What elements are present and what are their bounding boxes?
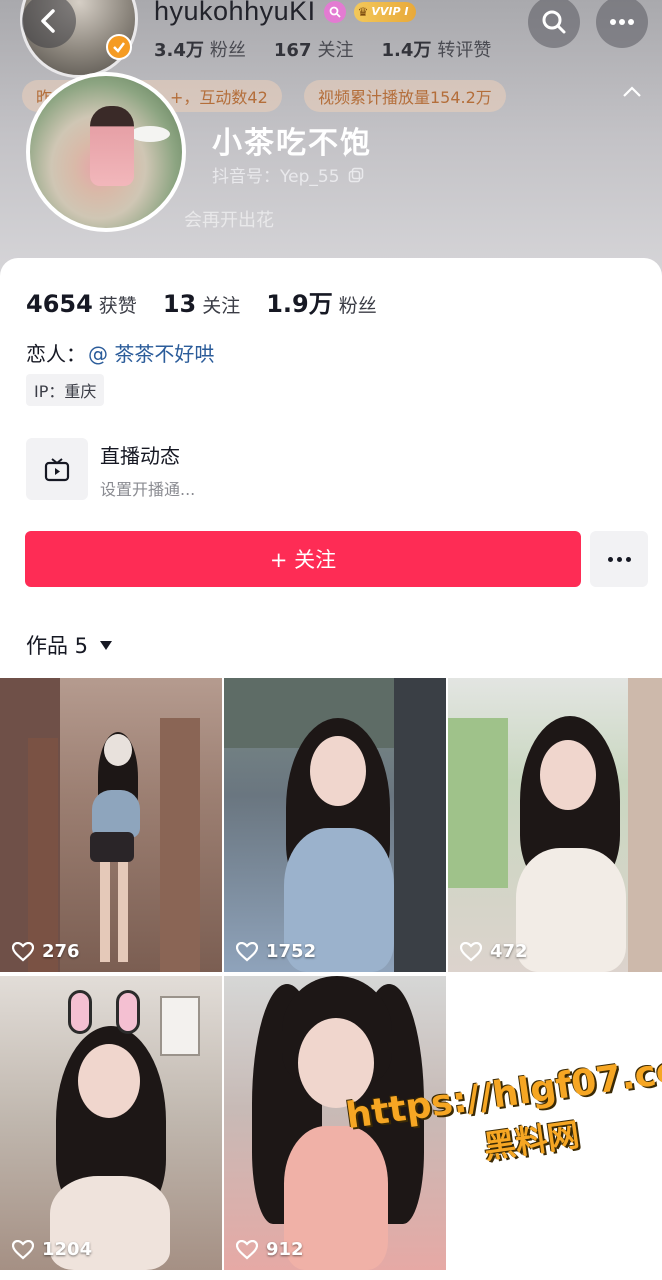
vip-label: VVIP I bbox=[371, 5, 409, 18]
lover-row: 恋人： @ 茶茶不好哄 bbox=[26, 338, 214, 367]
dropdown-triangle-icon bbox=[100, 640, 113, 650]
follow-more-button[interactable] bbox=[590, 531, 648, 587]
video-likes: 1752 bbox=[236, 941, 316, 962]
follow-button[interactable]: + 关注 bbox=[25, 531, 581, 587]
plays-chip[interactable]: 视频累计播放量154.2万 bbox=[304, 80, 506, 112]
heart-icon bbox=[460, 941, 482, 961]
profile-header: hyukohhyuKI ♛ VVIP I 3.4万 粉丝 167 关注 1.4万 转评赞… bbox=[0, 0, 662, 300]
video-likes: 1204 bbox=[12, 1239, 92, 1260]
douyin-id[interactable]: 抖音号：Yep_55 bbox=[212, 162, 364, 187]
heart-icon bbox=[236, 941, 258, 961]
video-likes: 472 bbox=[460, 941, 528, 962]
works-tab[interactable]: 作品 5 bbox=[26, 630, 113, 660]
more-icon bbox=[610, 19, 634, 25]
chevron-up-icon[interactable] bbox=[622, 86, 642, 98]
video-likes-count: 1752 bbox=[266, 941, 317, 962]
stat-label: 粉丝 bbox=[338, 295, 377, 317]
stat-value: 1.9万 bbox=[266, 290, 333, 318]
video-likes-count: 912 bbox=[266, 1239, 304, 1260]
stat-value: 3.4万 bbox=[154, 40, 204, 61]
live-dynamic-icon-box[interactable] bbox=[26, 438, 88, 500]
stat-value: 13 bbox=[162, 290, 197, 318]
heart-icon bbox=[12, 941, 34, 961]
bio-faded: 会再开出花 bbox=[34, 206, 274, 232]
heart-icon bbox=[12, 1239, 34, 1259]
display-name: 小茶吃不饱 bbox=[212, 126, 372, 161]
copy-icon[interactable] bbox=[348, 167, 364, 183]
video-tile-3[interactable]: 472 bbox=[448, 678, 662, 972]
live-dynamic-title[interactable]: 直播动态 bbox=[100, 440, 180, 469]
video-tile-2[interactable]: 1752 bbox=[224, 678, 446, 972]
lover-label: 恋人： bbox=[26, 342, 86, 366]
video-likes: 912 bbox=[236, 1239, 304, 1260]
header-stat-fans[interactable]: 3.4万 粉丝 bbox=[154, 36, 246, 62]
live-dynamic-subtitle: 设置开播通... bbox=[100, 480, 196, 499]
dot bbox=[607, 556, 613, 562]
stat-label: 获赞 bbox=[98, 295, 137, 317]
header-username: hyukohhyuKI bbox=[154, 0, 316, 26]
stat-followers[interactable]: 1.9万 粉丝 bbox=[266, 284, 377, 319]
stat-following[interactable]: 13 关注 bbox=[163, 290, 240, 318]
more-options-button[interactable] bbox=[596, 0, 648, 48]
chip-right-text: 视频累计播放量154.2万 bbox=[318, 88, 492, 107]
stat-value: 4654 bbox=[26, 290, 93, 318]
back-arrow-icon bbox=[41, 9, 55, 33]
video-tile-1[interactable]: 276 bbox=[0, 678, 222, 972]
live-tv-icon bbox=[44, 458, 70, 482]
verified-icon bbox=[106, 34, 132, 60]
video-tile-4[interactable]: 1204 bbox=[0, 976, 222, 1270]
header-stat-following[interactable]: 167 关注 bbox=[274, 36, 354, 62]
search-badge-icon bbox=[323, 0, 346, 23]
video-likes-count: 472 bbox=[490, 941, 528, 962]
vip-badge: ♛ VVIP I bbox=[353, 1, 417, 22]
profile-stats: 4654 获赞 13 关注 1.9万 粉丝 bbox=[26, 284, 377, 319]
dot bbox=[625, 556, 631, 562]
heart-icon bbox=[236, 1239, 258, 1259]
bio-faded-text: 会再开出花 bbox=[184, 210, 274, 231]
header-stats: 3.4万 粉丝 167 关注 1.4万 转评赞 bbox=[154, 36, 491, 62]
video-likes: 276 bbox=[12, 941, 80, 962]
dot bbox=[616, 556, 622, 562]
stat-label: 粉丝 bbox=[209, 40, 246, 61]
stat-value: 167 bbox=[273, 40, 312, 61]
video-likes-count: 276 bbox=[42, 941, 80, 962]
chip-left-tail: +，互动数42 bbox=[170, 88, 268, 107]
header-stat-interactions[interactable]: 1.4万 转评赞 bbox=[381, 36, 491, 62]
stat-likes[interactable]: 4654 获赞 bbox=[26, 290, 137, 318]
lover-link[interactable]: @ 茶茶不好哄 bbox=[88, 338, 214, 367]
ip-tag: IP：重庆 bbox=[26, 374, 105, 406]
stat-label: 关注 bbox=[202, 295, 241, 317]
works-label: 作品 5 bbox=[26, 634, 89, 658]
crown-icon: ♛ bbox=[357, 4, 369, 19]
stat-label: 关注 bbox=[317, 40, 354, 61]
search-button[interactable] bbox=[528, 0, 580, 48]
video-likes-count: 1204 bbox=[42, 1239, 93, 1260]
stat-label: 转评赞 bbox=[437, 40, 492, 61]
stat-value: 1.4万 bbox=[381, 40, 432, 61]
search-icon bbox=[542, 10, 566, 34]
avatar-figure bbox=[90, 106, 134, 186]
avatar-table bbox=[130, 126, 170, 142]
douyin-id-text: 抖音号：Yep_55 bbox=[212, 167, 340, 187]
